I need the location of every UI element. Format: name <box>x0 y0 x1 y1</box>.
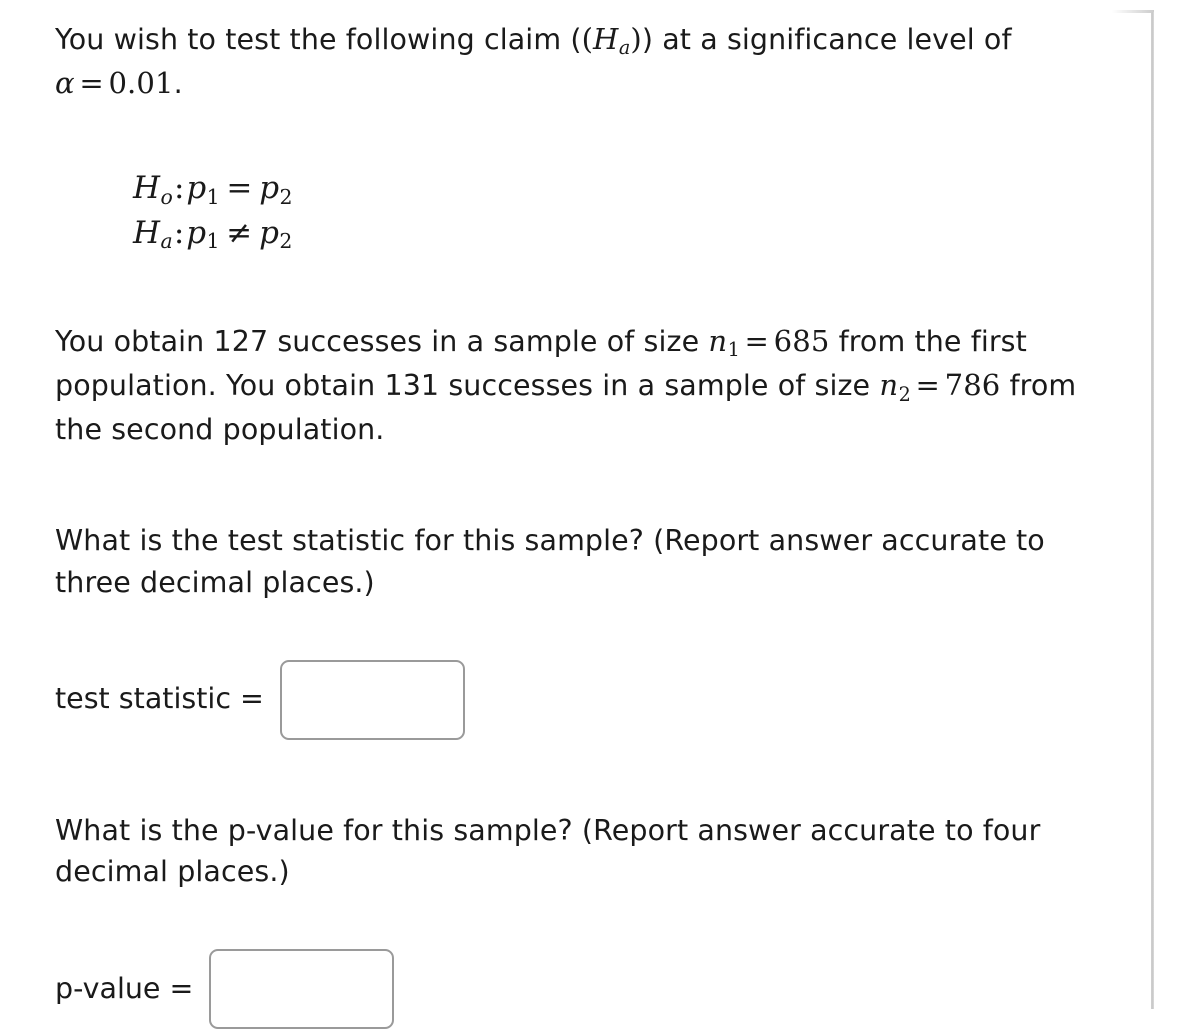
spacer-after-hypotheses <box>0 256 1148 320</box>
alpha-symbol: α <box>55 66 75 101</box>
n1-assignment: n1 = 685 <box>708 324 830 362</box>
intro-text-after: ) at a significance level of <box>641 23 1012 56</box>
null-hypothesis-relation: = <box>226 169 253 206</box>
spacer-before-p-value-input <box>0 893 1148 949</box>
question-content: You wish to test the following claim ((H… <box>0 0 1148 1029</box>
null-hypothesis-colon: : <box>174 169 185 206</box>
test-statistic-input[interactable] <box>279 659 465 740</box>
alternative-hypothesis-line: Ha:p1 ≠ p2 <box>133 212 1148 257</box>
n1-symbol: n <box>708 324 728 359</box>
n2-value: 786 <box>944 368 1001 403</box>
panel-right-edge-scrollbar[interactable] <box>1151 12 1154 1009</box>
spacer-before-test-statistic-input <box>0 604 1148 660</box>
sample-text-seg2: successes in a sample of size <box>268 325 709 359</box>
n2-symbol: n <box>879 368 899 403</box>
null-hypothesis-lhs-subscript: 1 <box>206 184 220 209</box>
n2-subscript: 2 <box>898 382 911 406</box>
alternative-hypothesis-lhs-subscript: 1 <box>206 229 220 254</box>
p-value-label: p-value = <box>55 971 194 1005</box>
p-value-input[interactable] <box>209 948 395 1029</box>
spacer-after-test-statistic-input <box>0 740 1148 810</box>
null-hypothesis-line: Ho:p1 = p2 <box>133 167 1148 212</box>
null-hypothesis-subscript: o <box>160 184 173 209</box>
null-hypothesis-rhs-subscript: 2 <box>279 184 293 209</box>
alternative-hypothesis-subscript: a <box>160 229 173 254</box>
alternative-hypothesis-colon: : <box>173 214 185 251</box>
p-value-question: What is the p-value for this sample? (Re… <box>55 813 1041 889</box>
n2-assignment: n2 = 786 <box>879 368 1001 405</box>
alternative-hypothesis-rhs-subscript: 2 <box>279 229 293 254</box>
intro-period: . <box>173 67 183 101</box>
successes-count-2: 131 <box>384 369 440 403</box>
spacer-after-sample-data <box>0 450 1148 520</box>
intro-paragraph: You wish to test the following claim ((H… <box>0 18 1148 105</box>
alpha-equals-sign: = <box>79 66 104 101</box>
sample-text-seg1: You obtain <box>55 325 214 359</box>
null-hypothesis-lhs: p <box>186 169 207 206</box>
alpha-value: 0.01 <box>108 66 174 101</box>
intro-text-before: You wish to test the following claim ( <box>55 23 582 56</box>
sample-data-paragraph: You obtain 127 successes in a sample of … <box>0 320 1148 450</box>
alternative-hypothesis-relation: ≠ <box>226 214 253 251</box>
test-statistic-answer-row: test statistic = <box>0 659 1148 740</box>
inline-H-symbol: H <box>593 22 619 56</box>
inline-H-subscript: a <box>618 36 631 60</box>
n2-equals-sign: = <box>915 368 940 403</box>
spacer-after-intro <box>0 105 1148 167</box>
p-value-answer-row: p-value = <box>0 948 1148 1029</box>
alternative-hypothesis-lhs: p <box>186 214 207 251</box>
n1-equals-sign: = <box>744 324 769 359</box>
panel-top-edge <box>1112 10 1154 13</box>
successes-count-1: 127 <box>213 325 269 359</box>
null-hypothesis-H: H <box>133 169 161 206</box>
null-hypothesis-rhs: p <box>259 169 280 206</box>
alternative-hypothesis-rhs: p <box>259 214 279 251</box>
test-statistic-label: test statistic = <box>55 682 264 716</box>
test-statistic-question: What is the test statistic for this samp… <box>55 524 1045 599</box>
alternative-hypothesis-inline-symbol: (Ha) <box>581 22 642 60</box>
n1-value: 685 <box>773 324 830 359</box>
sample-text-seg4: successes in a sample of size <box>439 369 880 403</box>
n1-subscript: 1 <box>727 338 740 362</box>
alternative-hypothesis-H: H <box>133 214 161 251</box>
alpha-assignment: α = 0.01 <box>55 66 174 100</box>
hypotheses-block: Ho:p1 = p2 Ha:p1 ≠ p2 <box>0 167 1148 256</box>
